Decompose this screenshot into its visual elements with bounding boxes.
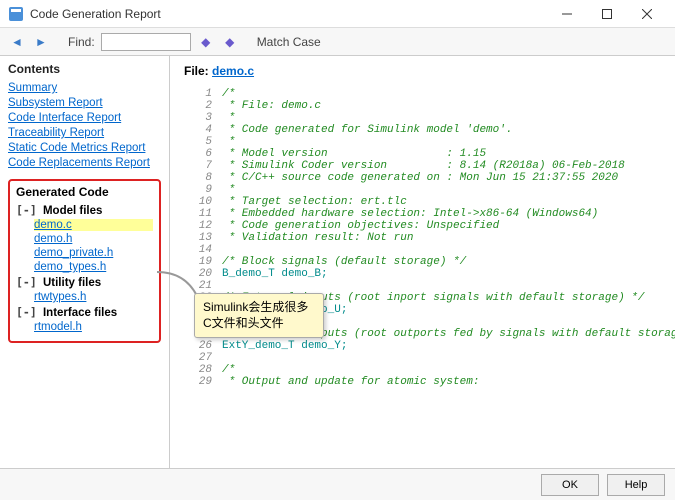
generated-code-heading: Generated Code	[16, 185, 153, 199]
code-line: 9 *	[184, 184, 661, 196]
nav-link-static-code-metrics-report[interactable]: Static Code Metrics Report	[8, 142, 161, 154]
nav-link-subsystem-report[interactable]: Subsystem Report	[8, 97, 161, 109]
code-line: 3 *	[184, 112, 661, 124]
contents-heading: Contents	[8, 62, 161, 76]
help-button[interactable]: Help	[607, 474, 665, 496]
file-link[interactable]: rtwtypes.h	[34, 291, 153, 303]
window-title: Code Generation Report	[30, 7, 547, 21]
file-link[interactable]: demo_private.h	[34, 247, 153, 259]
code-line: 29 * Output and update for atomic system…	[184, 376, 661, 388]
code-line: 20B_demo_T demo_B;	[184, 268, 661, 280]
nav-link-code-interface-report[interactable]: Code Interface Report	[8, 112, 161, 124]
nav-link-code-replacements-report[interactable]: Code Replacements Report	[8, 157, 161, 169]
footer: OK Help	[0, 468, 675, 500]
back-button[interactable]: ◄	[8, 33, 26, 51]
code-line: 13 * Validation result: Not run	[184, 232, 661, 244]
nav-link-summary[interactable]: Summary	[8, 82, 161, 94]
code-view[interactable]: File: demo.c 1/*2 * File: demo.c3 *4 * C…	[170, 56, 675, 468]
file-name-link[interactable]: demo.c	[212, 64, 254, 78]
code-line: 2 * File: demo.c	[184, 100, 661, 112]
find-label: Find:	[68, 35, 95, 49]
code-line: 28/*	[184, 364, 661, 376]
maximize-button[interactable]	[587, 0, 627, 28]
collapse-icon[interactable]: [-]	[16, 305, 37, 319]
code-line: 10 * Target selection: ert.tlc	[184, 196, 661, 208]
app-icon	[8, 6, 24, 22]
annotation-callout: Simulink会生成很多C文件和头文件	[194, 293, 324, 338]
code-line: 7 * Simulink Coder version : 8.14 (R2018…	[184, 160, 661, 172]
section-interface-files[interactable]: [-] Interface files	[16, 305, 153, 319]
find-prev-button[interactable]: ◆	[197, 33, 215, 51]
code-line: 12 * Code generation objectives: Unspeci…	[184, 220, 661, 232]
code-line: 26ExtY_demo_T demo_Y;	[184, 340, 661, 352]
code-line: 19/* Block signals (default storage) */	[184, 256, 661, 268]
collapse-icon[interactable]: [-]	[16, 203, 37, 217]
collapse-icon[interactable]: [-]	[16, 275, 37, 289]
code-line: 11 * Embedded hardware selection: Intel-…	[184, 208, 661, 220]
file-link[interactable]: demo.c	[34, 219, 153, 231]
code-line: 14	[184, 244, 661, 256]
code-line: 6 * Model version : 1.15	[184, 148, 661, 160]
titlebar: Code Generation Report	[0, 0, 675, 28]
code-line: 5 *	[184, 136, 661, 148]
code-line: 1/*	[184, 88, 661, 100]
section-model-files[interactable]: [-] Model files	[16, 203, 153, 217]
nav-link-traceability-report[interactable]: Traceability Report	[8, 127, 161, 139]
toolbar: ◄ ► Find: ◆ ◆ Match Case	[0, 28, 675, 56]
match-case-label[interactable]: Match Case	[257, 35, 321, 49]
file-link[interactable]: demo_types.h	[34, 261, 153, 273]
code-line: 27	[184, 352, 661, 364]
ok-button[interactable]: OK	[541, 474, 599, 496]
generated-code-box: Generated Code [-] Model files demo.c demo…	[8, 179, 161, 343]
file-link[interactable]: rtmodel.h	[34, 321, 153, 333]
forward-button[interactable]: ►	[32, 33, 50, 51]
find-input[interactable]	[101, 33, 191, 51]
minimize-button[interactable]	[547, 0, 587, 28]
file-header: File: demo.c	[184, 64, 661, 78]
file-link[interactable]: demo.h	[34, 233, 153, 245]
code-line: 21	[184, 280, 661, 292]
code-line: 8 * C/C++ source code generated on : Mon…	[184, 172, 661, 184]
sidebar: Contents Summary Subsystem Report Code Int…	[0, 56, 170, 468]
close-button[interactable]	[627, 0, 667, 28]
code-line: 4 * Code generated for Simulink model 'd…	[184, 124, 661, 136]
find-next-button[interactable]: ◆	[221, 33, 239, 51]
section-utility-files[interactable]: [-] Utility files	[16, 275, 153, 289]
